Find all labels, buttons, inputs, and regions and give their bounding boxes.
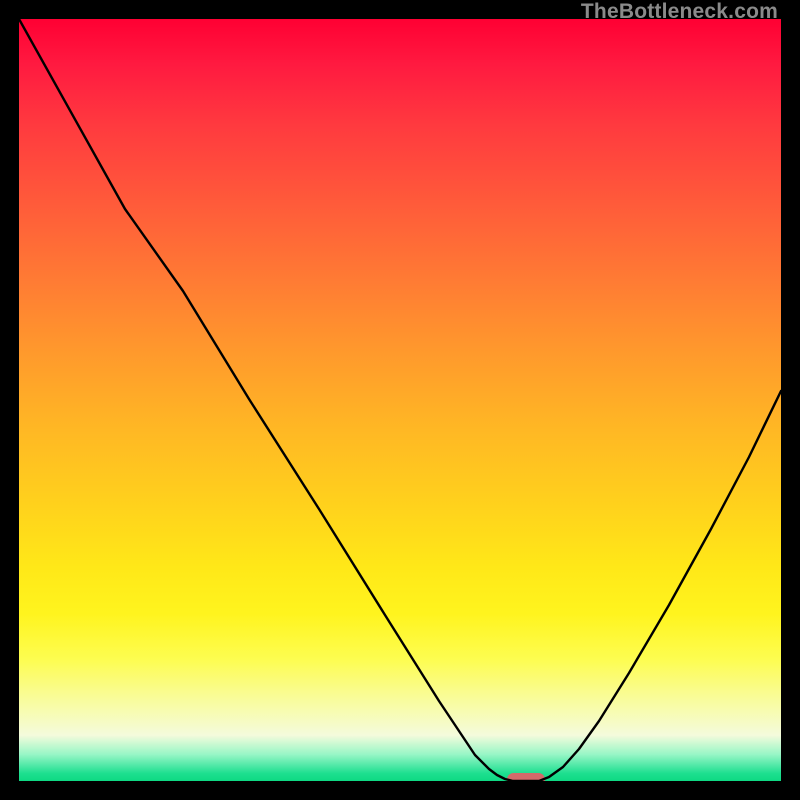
bottleneck-curve (19, 19, 781, 781)
attribution-text: TheBottleneck.com (581, 0, 778, 24)
chart-frame: TheBottleneck.com (0, 0, 800, 800)
plot-area (19, 19, 781, 781)
